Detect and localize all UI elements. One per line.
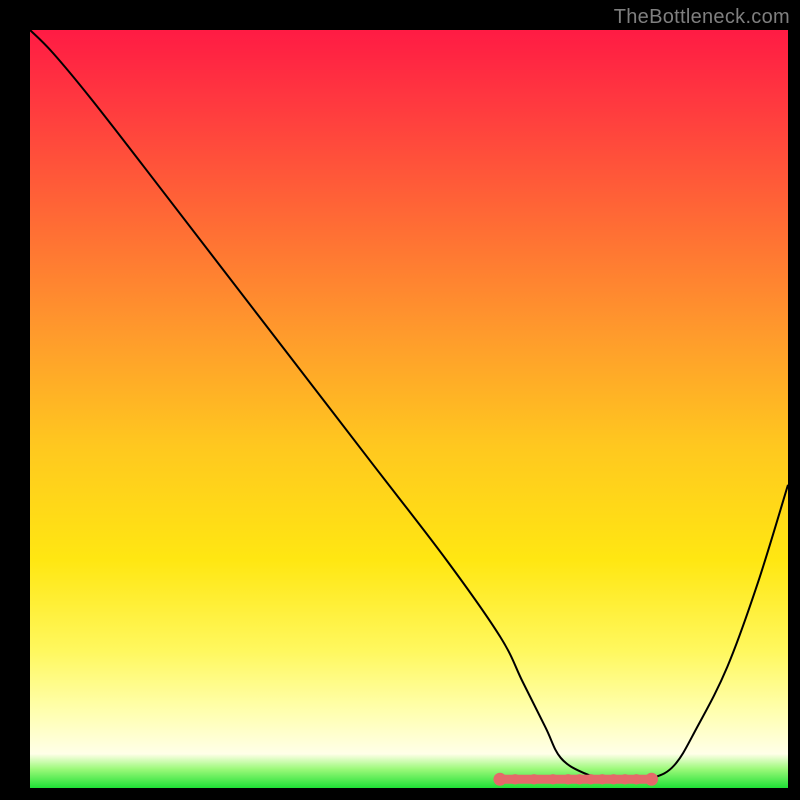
optimal-marker-dot (548, 774, 558, 784)
chart-stage: TheBottleneck.com (0, 0, 800, 800)
optimal-marker-dot (574, 774, 584, 784)
optimal-marker-dot (631, 774, 641, 784)
optimal-marker-dot (586, 774, 596, 784)
optimal-marker-dot (645, 773, 658, 786)
optimal-marker-dot (529, 774, 539, 784)
optimal-marker-dot (597, 774, 607, 784)
optimal-marker-dot (608, 774, 618, 784)
bottleneck-curve-chart (0, 0, 800, 800)
optimal-marker-dot (510, 774, 520, 784)
plot-background (30, 30, 788, 788)
optimal-marker-dot (493, 773, 506, 786)
optimal-marker-dot (563, 774, 573, 784)
watermark-text: TheBottleneck.com (614, 6, 790, 29)
optimal-marker-dot (620, 774, 630, 784)
